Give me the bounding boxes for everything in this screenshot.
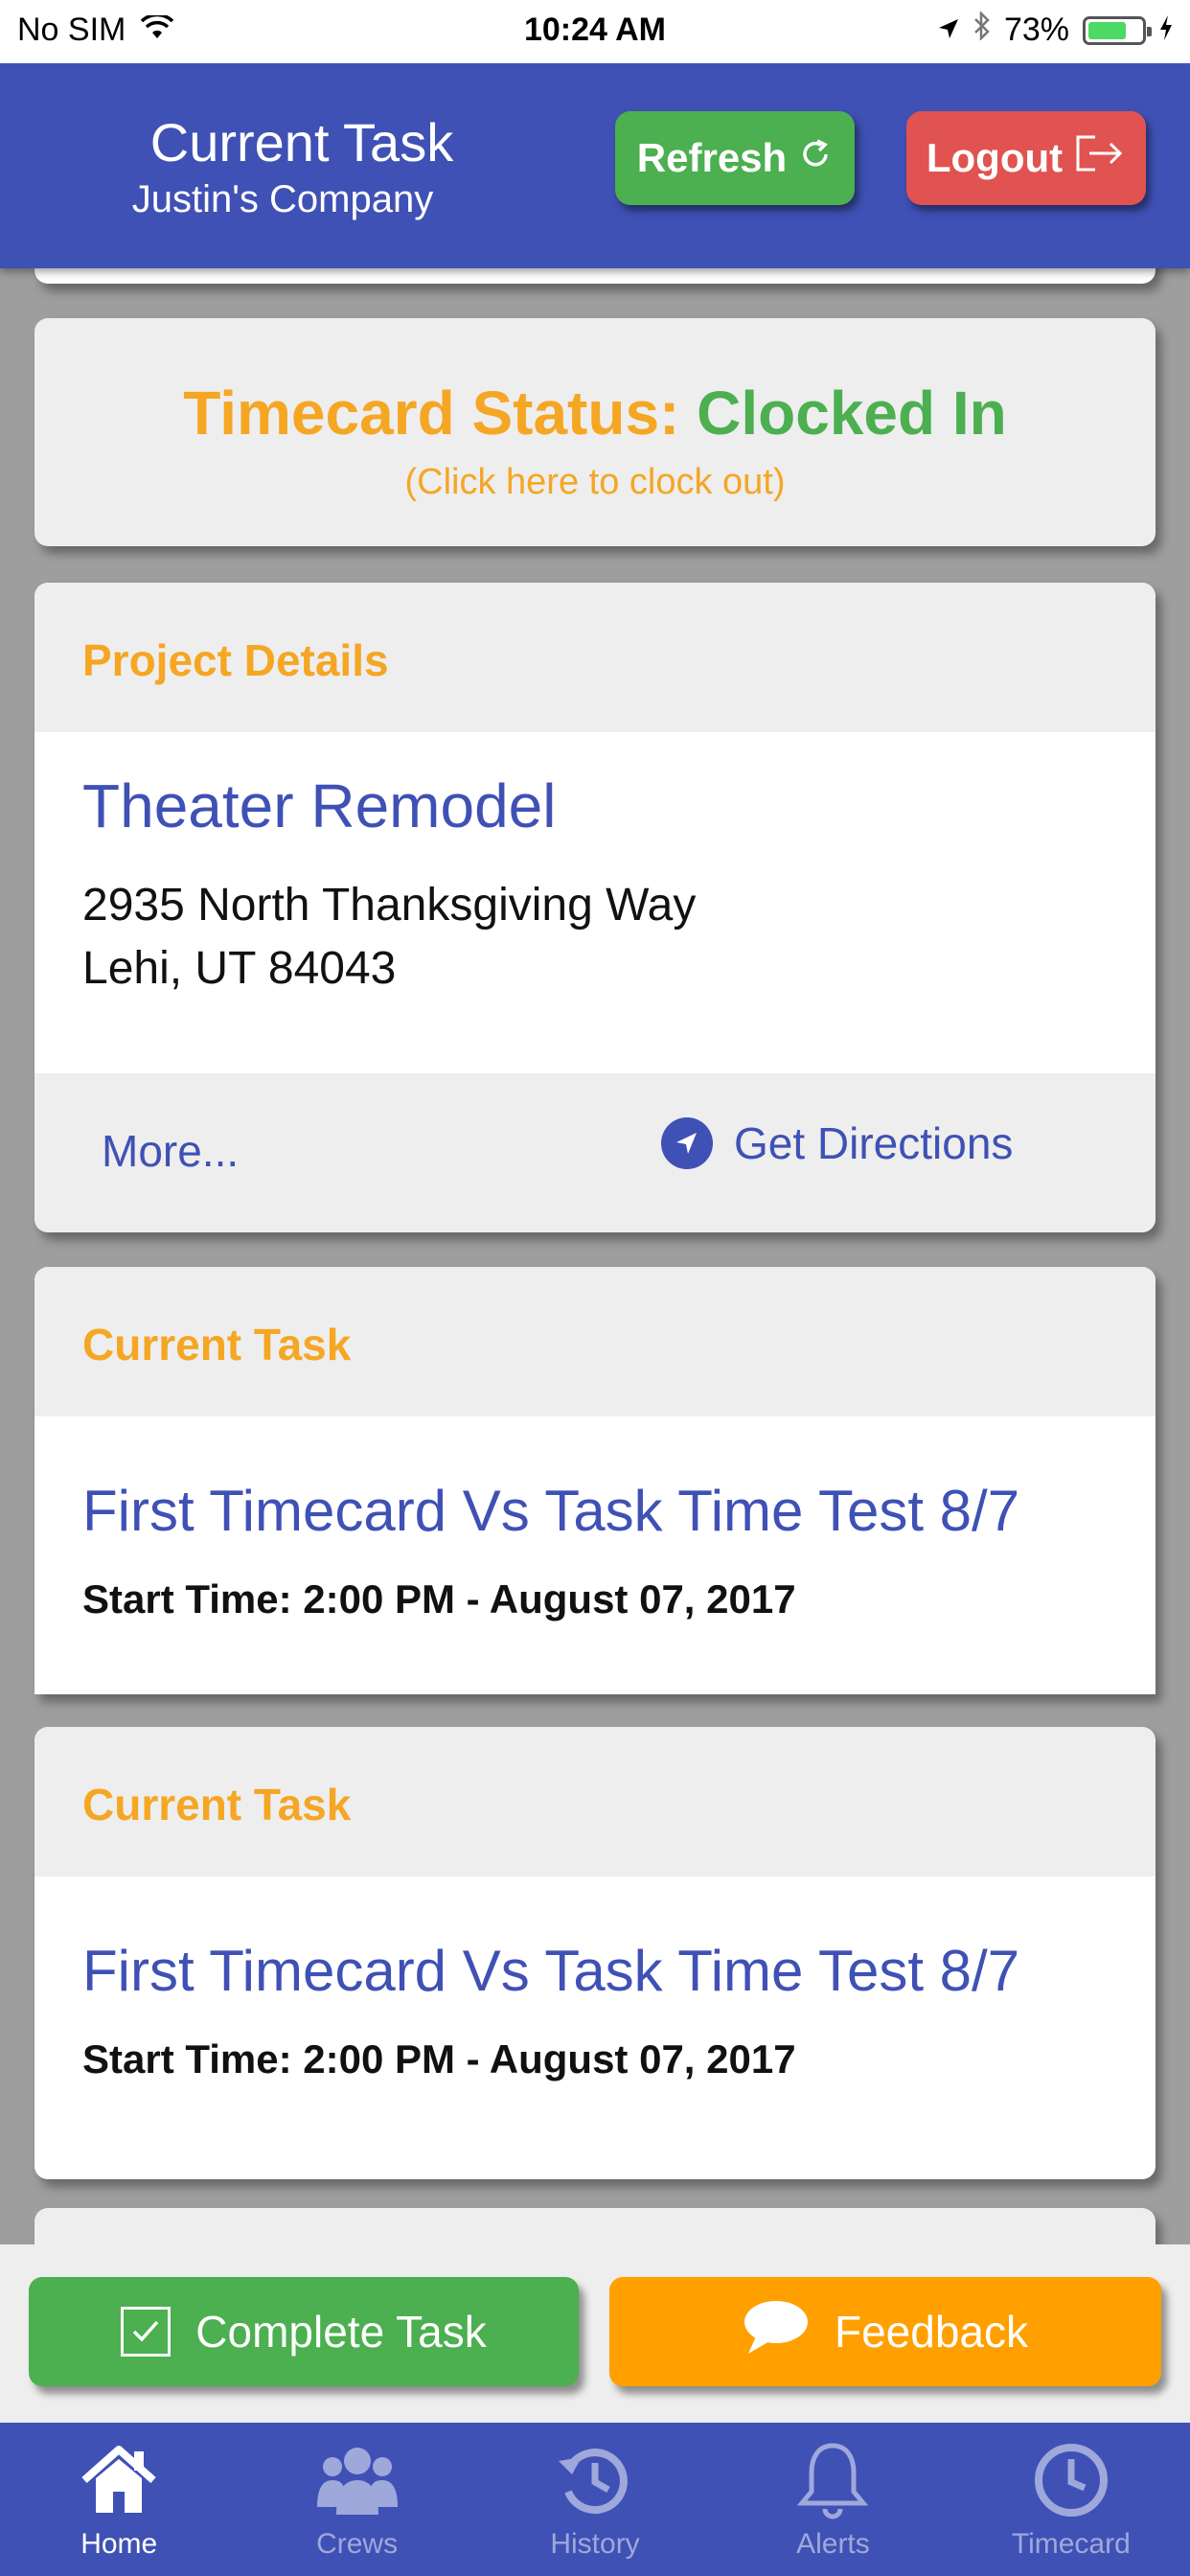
chat-bubble-icon (743, 2298, 810, 2366)
refresh-button[interactable]: Refresh (615, 111, 855, 205)
current-task-card[interactable]: Current Task First Timecard Vs Task Time… (34, 1267, 1156, 1694)
app-header: No SIM 10:24 AM 73% Current Task Justin'… (0, 0, 1190, 268)
home-icon (81, 2446, 156, 2513)
tab-history[interactable]: History (476, 2423, 714, 2576)
complete-task-button[interactable]: Complete Task (29, 2277, 579, 2386)
task-start-time: Start Time: 2:00 PM - August 07, 2017 (82, 1576, 796, 1622)
battery-icon (1083, 15, 1152, 45)
logout-icon (1074, 133, 1126, 183)
address-line-2: Lehi, UT 84043 (82, 943, 397, 994)
get-directions-label: Get Directions (734, 1118, 1014, 1168)
status-bar: No SIM 10:24 AM 73% (0, 0, 1190, 63)
task-name: First Timecard Vs Task Time Test 8/7 (82, 1939, 1020, 2003)
timecard-status-label: Timecard Status: (183, 379, 680, 448)
history-icon (559, 2449, 628, 2515)
timecard-status-value: Clocked In (697, 379, 1007, 448)
bell-icon (797, 2443, 869, 2519)
project-details-heading: Project Details (34, 583, 1156, 732)
tab-timecard-label: Timecard (1011, 2528, 1131, 2560)
refresh-label: Refresh (636, 135, 788, 180)
tab-home[interactable]: Home (0, 2423, 238, 2576)
company-name: Justin's Company (131, 178, 434, 220)
page-title: Current Task (149, 112, 454, 172)
card-partial (34, 2208, 1156, 2244)
project-name: Theater Remodel (82, 771, 557, 840)
tab-home-label: Home (80, 2528, 158, 2560)
bluetooth-icon (973, 10, 991, 49)
tab-alerts[interactable]: Alerts (714, 2423, 951, 2576)
current-task-heading: Current Task (34, 1727, 1156, 1876)
tab-crews-label: Crews (316, 2528, 399, 2560)
tab-timecard[interactable]: Timecard (952, 2423, 1190, 2576)
clock-icon (1034, 2444, 1108, 2517)
get-directions-button[interactable]: Get Directions (661, 1117, 1013, 1169)
tab-crews[interactable]: Crews (238, 2423, 475, 2576)
complete-task-label: Complete Task (195, 2307, 487, 2357)
feedback-button[interactable]: Feedback (609, 2277, 1161, 2386)
card-partial (34, 268, 1156, 284)
task-name: First Timecard Vs Task Time Test 8/7 (82, 1479, 1020, 1543)
feedback-label: Feedback (834, 2307, 1028, 2357)
task-start-time: Start Time: 2:00 PM - August 07, 2017 (82, 2036, 796, 2082)
location-arrow-icon (937, 12, 960, 49)
tab-alerts-label: Alerts (796, 2528, 870, 2560)
content-scroll[interactable]: Timecard Status: Clocked In (Click here … (0, 268, 1190, 2244)
current-task-heading: Current Task (34, 1267, 1156, 1416)
charging-icon (1159, 12, 1173, 49)
more-link[interactable]: More... (102, 1125, 239, 1177)
navigation-arrow-icon (661, 1117, 713, 1169)
project-details-card: Project Details Theater Remodel 2935 Nor… (34, 583, 1156, 1232)
action-bar: Complete Task Feedback (0, 2244, 1190, 2423)
clock-out-hint[interactable]: (Click here to clock out) (34, 462, 1156, 503)
logout-label: Logout (926, 135, 1064, 180)
refresh-icon (798, 135, 833, 181)
address-line-1: 2935 North Thanksgiving Way (82, 880, 697, 931)
timecard-status-card[interactable]: Timecard Status: Clocked In (Click here … (34, 318, 1156, 546)
checkbox-icon (121, 2307, 172, 2357)
tab-history-label: History (550, 2528, 640, 2560)
crews-icon (316, 2448, 398, 2515)
battery-fill (1088, 21, 1127, 39)
battery-percent: 73% (1003, 12, 1069, 48)
logout-button[interactable]: Logout (906, 111, 1146, 205)
tab-bar: Home Crews History Alerts Timecard (0, 2423, 1190, 2576)
current-task-card[interactable]: Current Task First Timecard Vs Task Time… (34, 1727, 1156, 2179)
